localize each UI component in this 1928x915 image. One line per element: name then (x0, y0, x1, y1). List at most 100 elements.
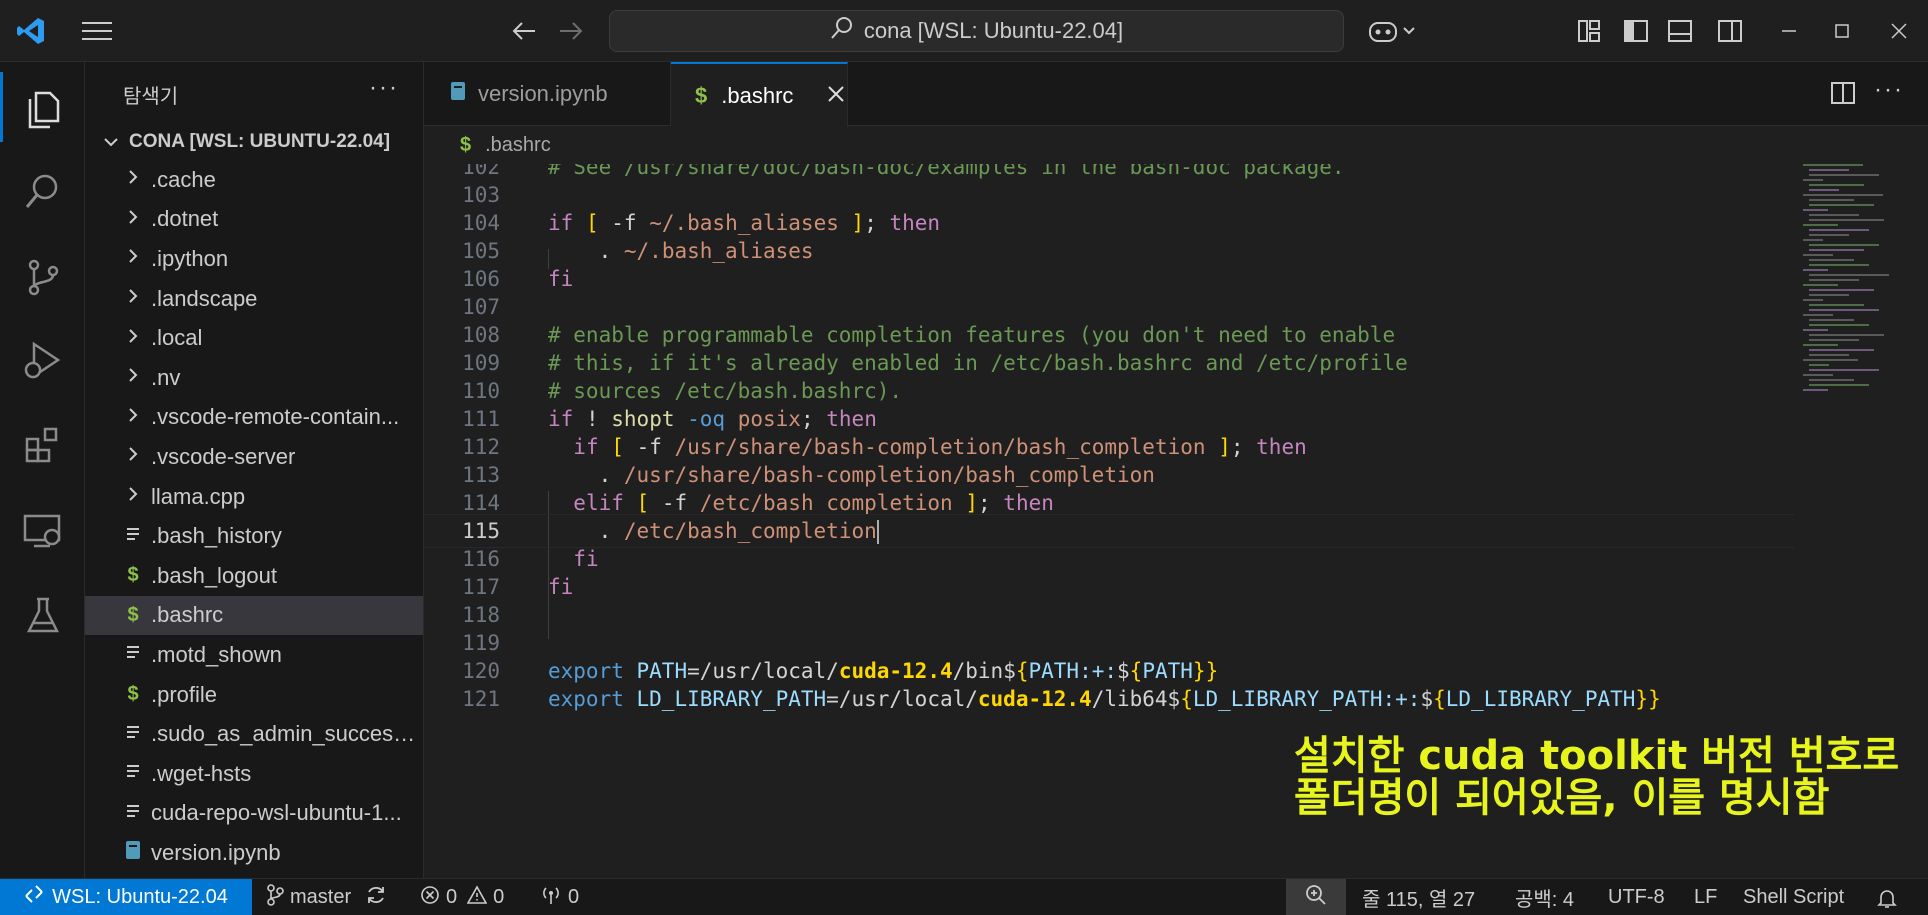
line-number: 121 (462, 687, 500, 712)
close-window-icon[interactable] (1880, 12, 1918, 50)
tree-folder[interactable]: .landscape (85, 279, 423, 319)
extensions-icon[interactable] (0, 410, 85, 480)
line-number: 111 (462, 407, 500, 432)
search-icon[interactable] (0, 156, 85, 226)
tree-item-label: .landscape (151, 285, 258, 311)
line-number: 110 (462, 379, 500, 404)
line-number: 107 (462, 295, 500, 320)
code-text: fi (548, 575, 574, 600)
tree-folder[interactable]: .cache (85, 160, 423, 200)
minimap-line (1809, 379, 1854, 381)
git-branch-icon (266, 883, 284, 912)
editor-more-actions-icon[interactable]: ··· (1874, 76, 1904, 104)
tree-item-label: .nv (151, 364, 181, 390)
minimap-line (1809, 264, 1869, 266)
tree-item-label: .vscode-server (151, 443, 296, 469)
tree-folder[interactable]: .vscode-remote-contain... (85, 398, 423, 438)
toggle-secondary-sidebar-icon[interactable] (1711, 12, 1749, 50)
tree-item-label: .bash_logout (151, 562, 277, 588)
command-center-search[interactable]: cona [WSL: Ubuntu-22.04] (609, 10, 1344, 52)
minimap-line (1803, 284, 1838, 286)
encoding[interactable]: UTF-8 (1608, 879, 1665, 915)
minimize-icon[interactable] (1770, 12, 1808, 50)
tree-folder[interactable]: .local (85, 318, 423, 358)
tree-file[interactable]: .sudo_as_admin_successful (85, 714, 423, 754)
more-actions-button[interactable]: ··· (369, 74, 399, 102)
minimap-line (1809, 369, 1879, 371)
chevron-right-icon (115, 247, 151, 270)
file-lines-icon (115, 525, 151, 548)
tree-folder[interactable]: .nv (85, 358, 423, 398)
branch-indicator[interactable]: master (266, 879, 387, 915)
tree-file[interactable]: $ .bash_logout (85, 556, 423, 596)
line-number: 105 (462, 239, 500, 264)
minimap-line (1809, 204, 1874, 206)
breadcrumb-file[interactable]: .bashrc (485, 134, 551, 157)
notifications-bell-icon[interactable] (1876, 879, 1898, 915)
line-number: 112 (462, 435, 500, 460)
tree-folder[interactable]: .ipython (85, 239, 423, 279)
forward-arrow-icon[interactable] (552, 12, 590, 50)
chevron-right-icon (115, 445, 151, 468)
remote-indicator[interactable]: WSL: Ubuntu-22.04 (0, 878, 252, 915)
text-cursor (876, 519, 879, 544)
breadcrumb: $ .bashrc (424, 126, 1928, 164)
search-icon (830, 16, 854, 46)
zoom-indicator[interactable] (1286, 879, 1346, 915)
end-of-line[interactable]: LF (1694, 879, 1717, 915)
tree-file[interactable]: $ .profile (85, 675, 423, 715)
file-lines-icon (115, 802, 151, 825)
maximize-icon[interactable] (1823, 12, 1861, 50)
language-mode[interactable]: Shell Script (1743, 879, 1844, 915)
tree-file[interactable]: .motd_shown (85, 635, 423, 675)
tree-file[interactable]: $ .bashrc (85, 595, 423, 636)
tab-bashrc[interactable]: $ .bashrc (671, 62, 848, 127)
toggle-panel-icon[interactable] (1661, 12, 1699, 50)
cursor-position[interactable]: 줄 115, 열 27 (1362, 879, 1475, 915)
tree-file[interactable]: cuda-repo-wsl-ubuntu-1... (85, 794, 423, 834)
line-number: 120 (462, 659, 500, 684)
testing-icon[interactable] (0, 580, 85, 650)
close-tab-icon[interactable] (827, 83, 845, 109)
workspace-root-folder[interactable]: CONA [WSL: UBUNTU-22.04] (85, 124, 423, 160)
line-number: 104 (462, 211, 500, 236)
sync-icon[interactable] (365, 884, 387, 912)
tree-file[interactable]: .bash_history (85, 516, 423, 556)
split-editor-icon[interactable] (1830, 80, 1856, 111)
copilot-icon[interactable] (1364, 12, 1422, 50)
sidebar-title: 탐색기 (123, 86, 179, 108)
tree-file[interactable]: version.ipynb (85, 833, 423, 873)
problems-indicator[interactable]: 0 0 (420, 879, 504, 915)
minimap-line (1809, 274, 1889, 276)
minimap-line (1809, 334, 1884, 336)
line-number: 118 (462, 603, 500, 628)
tree-item-label: .vscode-remote-contain... (151, 404, 400, 430)
chevron-right-icon (115, 406, 151, 429)
warning-count: 0 (493, 886, 505, 908)
ports-indicator[interactable]: 0 (540, 879, 579, 915)
minimap-line (1803, 164, 1863, 166)
remote-explorer-icon[interactable] (0, 496, 85, 566)
run-debug-icon[interactable] (0, 326, 85, 396)
tab-version-ipynb[interactable]: version.ipynb (424, 62, 671, 126)
minimap[interactable] (1803, 164, 1913, 874)
tree-folder[interactable]: .vscode-server (85, 437, 423, 477)
indentation[interactable]: 공백: 4 (1515, 879, 1574, 915)
back-arrow-icon[interactable] (505, 12, 543, 50)
toggle-primary-sidebar-icon[interactable] (1617, 12, 1655, 50)
minimap-line (1803, 269, 1828, 271)
menu-icon[interactable] (78, 12, 116, 50)
customize-layout-icon[interactable] (1570, 12, 1608, 50)
line-number: 113 (462, 463, 500, 488)
minimap-line (1803, 194, 1883, 196)
source-control-icon[interactable] (0, 242, 85, 312)
tree-folder[interactable]: .dotnet (85, 200, 423, 240)
code-text: if [ -f ~/.bash_aliases ]; then (548, 211, 941, 236)
explorer-icon[interactable] (0, 72, 85, 142)
code-text: . /etc/bash_completion (598, 518, 879, 544)
tree-folder[interactable]: llama.cpp (85, 477, 423, 517)
code-line[interactable]: 121 export LD_LIBRARY_PATH=/usr/local/cud… (424, 682, 1794, 716)
ports-count: 0 (568, 886, 580, 908)
tree-file[interactable]: .wget-hsts (85, 754, 423, 794)
minimap-line (1809, 354, 1849, 356)
